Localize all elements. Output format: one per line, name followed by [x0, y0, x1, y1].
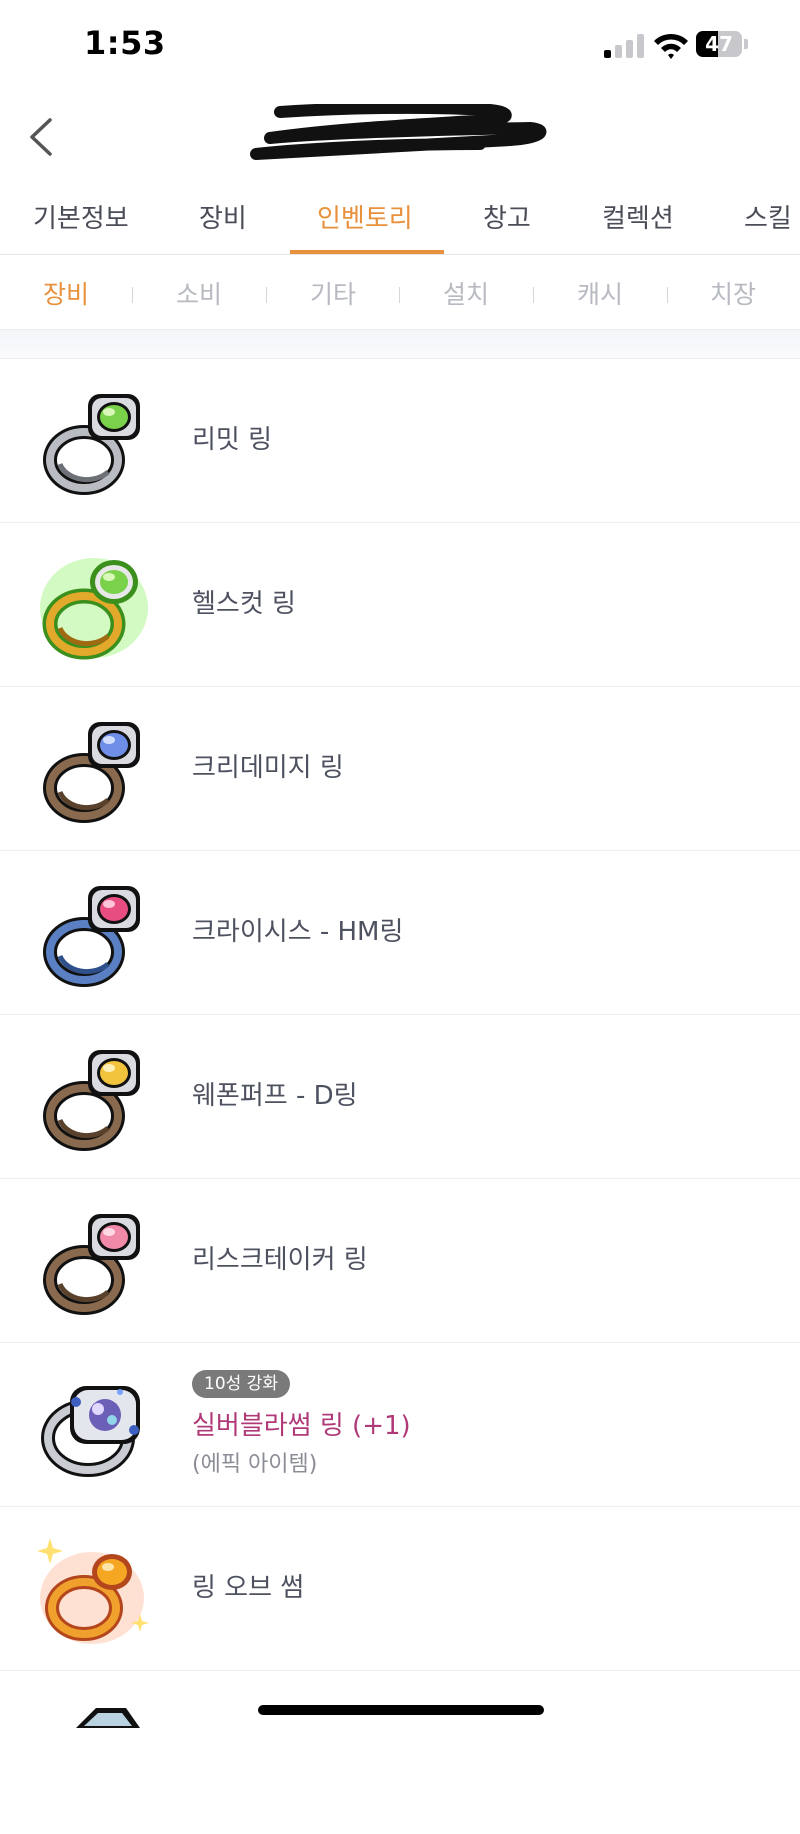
- item-name: 리밋 링: [192, 425, 273, 455]
- list-item[interactable]: 리밋 링: [0, 358, 800, 523]
- item-name: 리스크테이커 링: [192, 1245, 368, 1275]
- tab-inventory[interactable]: 인벤토리: [317, 198, 413, 235]
- list-item[interactable]: 10성 강화 실버블라썸 링 (+1) (에픽 아이템): [0, 1342, 800, 1507]
- list-item[interactable]: 웨폰퍼프 - D링: [0, 1014, 800, 1179]
- ring-gold-green-glow-icon: [40, 558, 148, 660]
- subtab-separator: [533, 287, 534, 303]
- subtab-setup[interactable]: 설치: [421, 275, 511, 311]
- item-name: 크라이시스 - HM링: [192, 917, 404, 947]
- subtab-equipment[interactable]: 장비: [21, 275, 111, 311]
- status-time: 1:53: [84, 24, 166, 62]
- list-item[interactable]: 헬스컷 링: [0, 522, 800, 687]
- list-item-partial[interactable]: [0, 1670, 800, 1834]
- subtab-etc[interactable]: 기타: [288, 275, 378, 311]
- item-name: 헬스컷 링: [192, 589, 296, 619]
- nav-header: [0, 92, 800, 180]
- chevron-left-icon[interactable]: [22, 112, 66, 162]
- item-name: 웨폰퍼프 - D링: [192, 1081, 358, 1111]
- subtab-separator: [132, 287, 133, 303]
- ring-bronze-pink-gem-icon: [43, 1214, 140, 1315]
- active-tab-indicator: [290, 250, 444, 254]
- home-indicator[interactable]: [258, 1705, 544, 1715]
- tab-collection[interactable]: 컬렉션: [602, 198, 674, 235]
- cellular-signal-icon: [604, 34, 648, 58]
- star-force-badge: 10성 강화: [192, 1370, 290, 1398]
- main-tabs: 기본정보 장비 인벤토리 창고 컬렉션 스킬: [0, 180, 800, 255]
- ring-gold-sparkle-icon: [37, 1538, 149, 1644]
- subtab-consume[interactable]: 소비: [154, 275, 244, 311]
- ring-silver-blossom-icon: [41, 1386, 140, 1477]
- tab-basic-info[interactable]: 기본정보: [33, 198, 129, 235]
- list-item[interactable]: 링 오브 썸: [0, 1506, 800, 1671]
- ring-bronze-yellow-gem-icon: [43, 1050, 140, 1151]
- battery-percentage: 47: [705, 32, 733, 56]
- subtab-separator: [399, 287, 400, 303]
- tab-equipment[interactable]: 장비: [199, 198, 247, 235]
- subtab-decoration[interactable]: 치장: [688, 275, 778, 311]
- list-item[interactable]: 크리데미지 링: [0, 686, 800, 851]
- subtab-separator: [667, 287, 668, 303]
- subtab-cash[interactable]: 캐시: [555, 275, 645, 311]
- item-name: 크리데미지 링: [192, 753, 344, 783]
- item-name: 링 오브 썸: [192, 1573, 305, 1603]
- item-name: 실버블라썸 링 (+1): [192, 1411, 411, 1441]
- battery-icon: 47: [696, 31, 748, 57]
- tab-storage[interactable]: 창고: [483, 198, 531, 235]
- item-grade: (에픽 아이템): [192, 1452, 318, 1477]
- ring-blue-pink-gem-icon: [43, 886, 140, 987]
- list-item[interactable]: 리스크테이커 링: [0, 1178, 800, 1343]
- ring-partial-icon: [76, 1708, 140, 1728]
- subtab-separator: [266, 287, 267, 303]
- ring-silver-green-gem-icon: [43, 394, 140, 495]
- redacted-title-scribble: [250, 104, 547, 160]
- tab-skill[interactable]: 스킬: [744, 198, 792, 235]
- sub-tabs: 장비 소비 기타 설치 캐시 치장: [0, 255, 800, 330]
- status-bar: 1:53 47: [0, 0, 800, 92]
- list-top-spacer: [0, 330, 800, 359]
- ring-bronze-blue-gem-icon: [43, 722, 140, 823]
- list-item[interactable]: 크라이시스 - HM링: [0, 850, 800, 1015]
- wifi-icon: [654, 33, 688, 59]
